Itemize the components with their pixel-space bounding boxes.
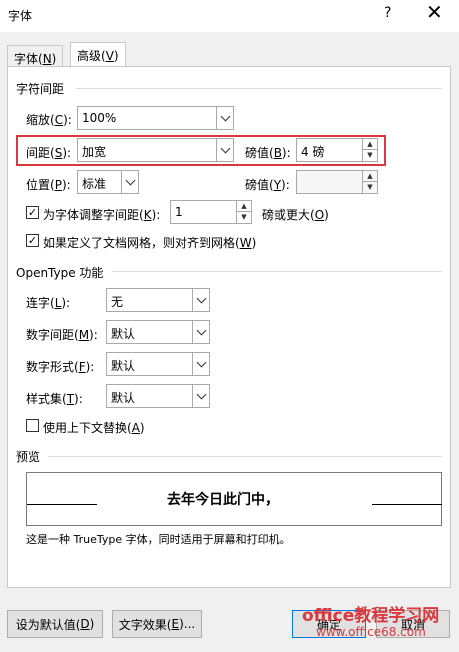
stepper-down-icon[interactable]: ▼: [236, 212, 251, 223]
stepper-down-icon[interactable]: ▼: [362, 182, 377, 193]
position-points-label: 磅值(Y):: [245, 178, 290, 192]
kerning-suffix-label: 磅或更大(O): [262, 208, 329, 222]
section-divider: [76, 88, 442, 89]
number-spacing-dropdown[interactable]: 默认: [106, 320, 210, 344]
ligatures-label: 连字(L):: [26, 296, 71, 310]
number-forms-label: 数字形式(F):: [26, 360, 95, 374]
stepper-up-icon[interactable]: ▲: [236, 201, 251, 212]
kerning-checkbox[interactable]: ✓: [26, 206, 39, 219]
watermark-url: www.office68.com: [316, 625, 426, 639]
chevron-down-icon[interactable]: [192, 385, 209, 407]
chevron-down-icon[interactable]: [216, 107, 233, 129]
chevron-down-icon[interactable]: [192, 289, 209, 311]
chevron-down-icon[interactable]: [121, 171, 138, 193]
spacing-points-stepper[interactable]: 4 磅 ▲ ▼: [296, 138, 378, 162]
scale-label: 缩放(C):: [26, 113, 72, 127]
opentype-heading: OpenType 功能: [16, 266, 104, 280]
preview-text: 去年今日此门中，: [167, 492, 279, 508]
contextual-alternates-label: 使用上下文替换(A): [43, 421, 145, 435]
preview-heading: 预览: [16, 450, 41, 464]
scale-dropdown[interactable]: 100%: [77, 106, 234, 130]
tab-advanced[interactable]: 高级(V): [70, 42, 126, 67]
tab-font[interactable]: 字体(N): [7, 45, 64, 68]
spacing-dropdown[interactable]: 加宽: [77, 138, 234, 162]
preview-note: 这是一种 TrueType 字体，同时适用于屏幕和打印机。: [26, 533, 291, 546]
watermark-title: office教程学习网: [302, 606, 440, 626]
number-forms-dropdown[interactable]: 默认: [106, 352, 210, 376]
snap-to-grid-checkbox[interactable]: ✓: [26, 234, 39, 247]
stepper-up-icon[interactable]: ▲: [362, 171, 377, 182]
preview-baseline-right: [372, 504, 442, 505]
stylistic-sets-dropdown[interactable]: 默认: [106, 384, 210, 408]
snap-to-grid-label: 如果定义了文档网格，则对齐到网格(W): [43, 236, 257, 250]
stepper-down-icon[interactable]: ▼: [362, 150, 377, 161]
stylistic-sets-label: 样式集(T):: [26, 392, 83, 406]
chevron-down-icon[interactable]: [216, 139, 233, 161]
ligatures-dropdown[interactable]: 无: [106, 288, 210, 312]
number-spacing-label: 数字间距(M):: [26, 328, 98, 342]
kerning-label: 为字体调整字间距(K):: [43, 208, 161, 222]
position-points-stepper[interactable]: ▲ ▼: [296, 170, 378, 194]
chevron-down-icon[interactable]: [192, 321, 209, 343]
text-effects-button[interactable]: 文字效果(E)...: [112, 610, 202, 638]
help-icon[interactable]: ?: [384, 5, 391, 21]
preview-baseline-left: [27, 504, 97, 505]
stepper-up-icon[interactable]: ▲: [362, 139, 377, 150]
chevron-down-icon[interactable]: [192, 353, 209, 375]
close-icon[interactable]: ✕: [426, 2, 443, 22]
preview-box: 去年今日此门中，: [26, 472, 442, 526]
dialog-title: 字体: [8, 9, 33, 23]
position-label: 位置(P):: [26, 178, 71, 192]
set-default-button[interactable]: 设为默认值(D): [7, 610, 103, 638]
spacing-label: 间距(S):: [26, 146, 72, 160]
section-divider: [112, 271, 442, 272]
spacing-points-label: 磅值(B):: [245, 146, 291, 160]
position-dropdown[interactable]: 标准: [77, 170, 139, 194]
contextual-alternates-checkbox[interactable]: [26, 419, 39, 432]
kerning-stepper[interactable]: 1 ▲ ▼: [170, 200, 252, 224]
section-divider: [48, 456, 442, 457]
char-spacing-heading: 字符间距: [16, 82, 65, 96]
